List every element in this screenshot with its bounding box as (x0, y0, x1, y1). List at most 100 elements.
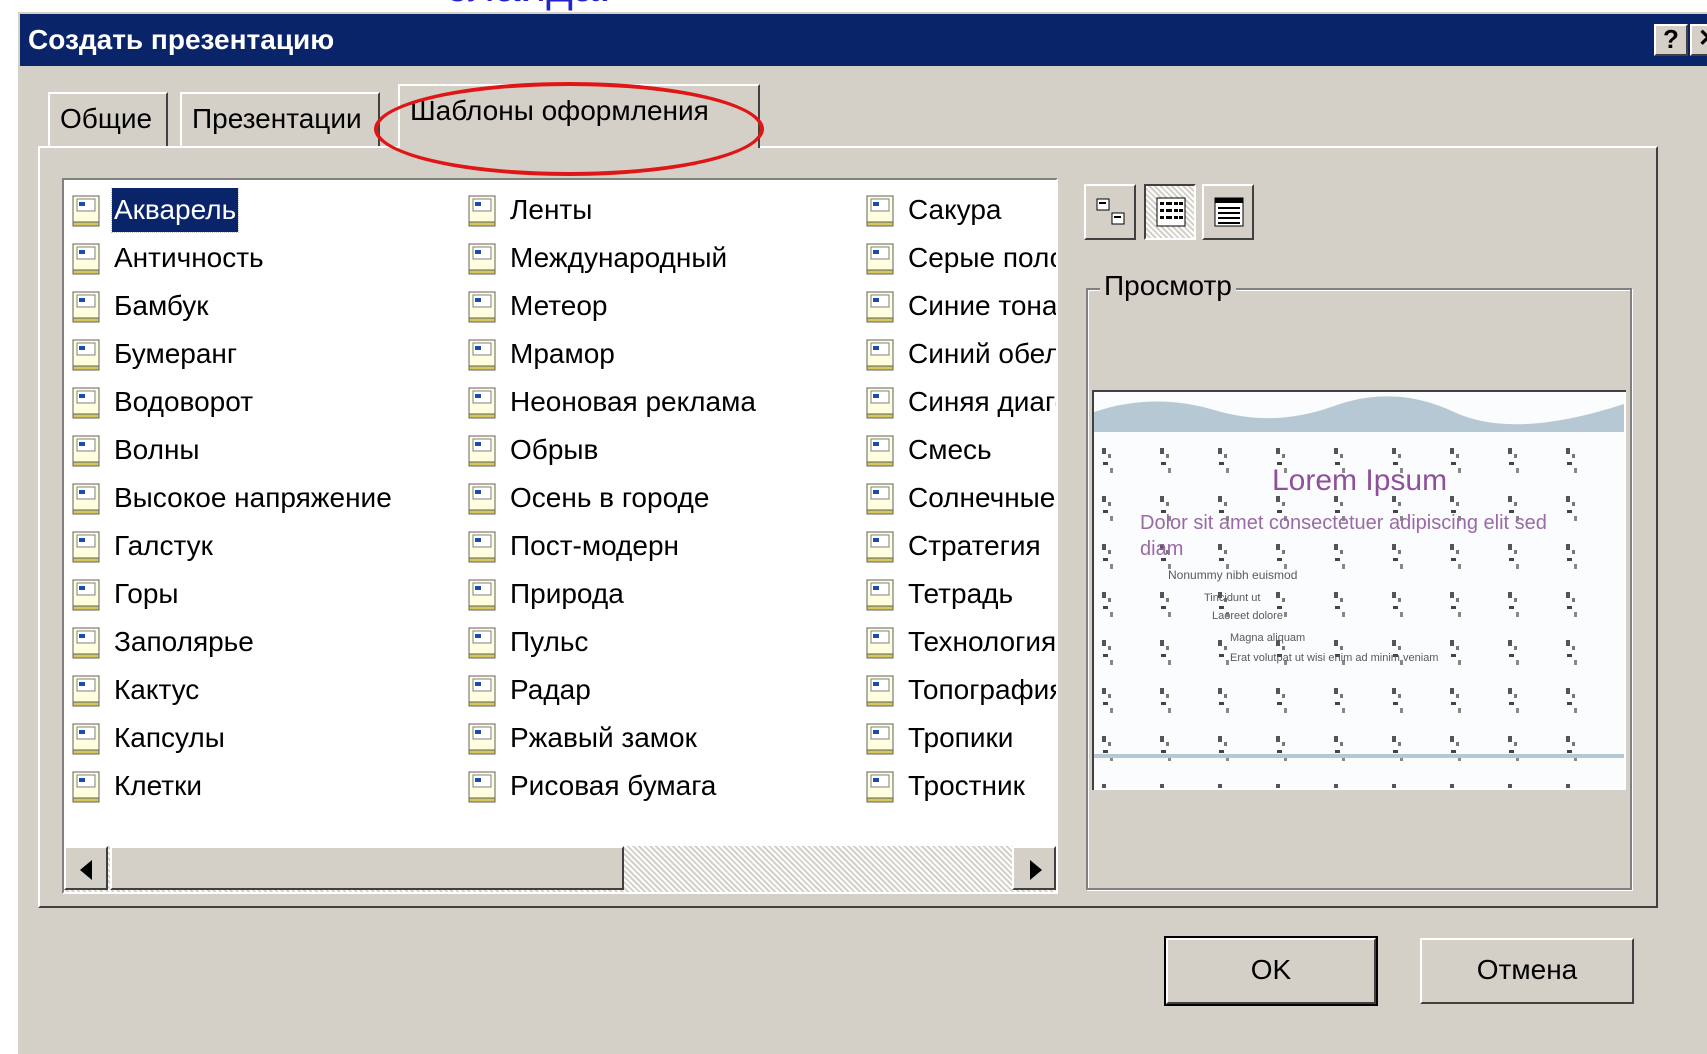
template-item-label: Синяя диагональ (908, 386, 1056, 417)
template-item-label: Топография (908, 674, 1056, 705)
slide-preview-graphic (1094, 392, 1624, 788)
template-file-icon (468, 675, 496, 707)
template-item-label: Тростник (908, 770, 1025, 801)
template-item-label: Сакура (908, 194, 1002, 225)
template-item-label: Неоновая реклама (510, 386, 756, 417)
template-file-icon (72, 771, 100, 803)
preview-label: Просмотр (1100, 270, 1236, 302)
template-item-label: Серые полосы (908, 242, 1056, 273)
templates-list[interactable]: Акварель Античность Бамбук Бумеранг Водоворо… (62, 178, 1058, 894)
template-file-icon (866, 339, 894, 371)
title-bar[interactable]: Создать презентацию ? ✕ (20, 14, 1707, 66)
template-file-icon (866, 723, 894, 755)
template-file-icon (468, 387, 496, 419)
template-item-label: Клетки (114, 770, 203, 801)
template-file-icon (72, 723, 100, 755)
preview-bullet-4: Laoreet dolore (1212, 610, 1283, 622)
template-item-label: Ленты (510, 194, 593, 225)
scroll-thumb[interactable] (110, 846, 624, 890)
tab-general[interactable]: Общие (48, 92, 168, 146)
preview-bullet-6: Erat volutpat ut wisi enim ad minim veni… (1230, 652, 1439, 664)
arrow-right-icon (1030, 860, 1042, 880)
template-file-icon (72, 195, 100, 227)
template-item-label: Природа (510, 578, 624, 609)
template-file-icon (866, 243, 894, 275)
scroll-right-button[interactable] (1012, 846, 1056, 890)
template-file-icon (72, 579, 100, 611)
cancel-button[interactable]: Отмена (1420, 938, 1634, 1004)
template-item-label: Метеор (510, 290, 608, 321)
template-file-icon (468, 291, 496, 323)
template-item-label: Смесь (908, 434, 992, 465)
preview-image: Lorem Ipsum Dolor sit amet consectetuer … (1092, 390, 1626, 790)
tab-presentations[interactable]: Презентации (180, 92, 380, 146)
template-item-label: Синий обелиск (908, 338, 1056, 369)
template-file-icon (72, 435, 100, 467)
template-file-icon (866, 579, 894, 611)
template-file-icon (468, 579, 496, 611)
template-item-label: Горы (114, 578, 179, 609)
templates-column-3: Сакура Серые полосы Синие тона Синий обелис… (860, 188, 1056, 846)
template-file-icon (468, 531, 496, 563)
template-item-label: Высокое напряжение (114, 482, 392, 513)
preview-group: Просмотр Lorem Ipsum Dolor sit amet cons… (1086, 270, 1632, 890)
template-item-label: Капсулы (114, 722, 225, 753)
template-file-icon (866, 195, 894, 227)
template-file-icon (72, 675, 100, 707)
template-item-label: Водоворот (114, 386, 254, 417)
tab-design-templates-label: Шаблоны оформления (410, 95, 709, 126)
tab-general-label: Общие (60, 103, 153, 134)
template-item-label: Осень в городе (510, 482, 710, 513)
template-item-label: Пульс (510, 626, 589, 657)
template-file-icon (72, 243, 100, 275)
list-view-icon (1156, 197, 1186, 227)
template-file-icon (72, 387, 100, 419)
template-file-icon (468, 627, 496, 659)
template-file-icon (468, 195, 496, 227)
template-item-label: Тропики (908, 722, 1014, 753)
template-file-icon (72, 339, 100, 371)
preview-slide-title: Lorem Ipsum (1272, 464, 1448, 497)
template-file-icon (468, 339, 496, 371)
template-file-icon (866, 387, 894, 419)
template-file-icon (866, 531, 894, 563)
close-button[interactable]: ✕ (1690, 24, 1707, 56)
preview-bullet-2: Nonummy nibh euismod (1168, 568, 1298, 582)
help-button[interactable]: ? (1654, 24, 1688, 56)
templates-list-area: Акварель Античность Бамбук Бумеранг Водоворо… (64, 180, 1056, 846)
template-file-icon (866, 771, 894, 803)
scroll-left-button[interactable] (64, 846, 108, 890)
tab-presentations-label: Презентации (192, 103, 362, 134)
slide-caption-text: слайда. (445, 0, 611, 12)
template-item-label: Ржавый замок (510, 722, 697, 753)
template-item-label: Рисовая бумага (510, 770, 717, 801)
large-icons-icon (1096, 198, 1125, 225)
template-file-icon (468, 723, 496, 755)
template-item-label: Тетрадь (908, 578, 1014, 609)
template-item-label: Радар (510, 674, 591, 705)
template-item-label: Волны (114, 434, 200, 465)
ok-button[interactable]: OK (1164, 936, 1378, 1006)
template-item-label: Бумеранг (114, 338, 238, 369)
template-file-icon (468, 483, 496, 515)
template-item-label: Мрамор (510, 338, 615, 369)
template-file-icon (72, 291, 100, 323)
template-file-icon (468, 243, 496, 275)
dialog-title: Создать презентацию (28, 24, 335, 55)
list-view-button[interactable] (1144, 184, 1196, 240)
horizontal-scrollbar[interactable] (64, 846, 1056, 892)
large-icons-view-button[interactable] (1084, 184, 1136, 240)
template-file-icon (468, 435, 496, 467)
template-item-label: Бамбук (114, 290, 209, 321)
preview-bullet-5: Magna aliquam (1230, 632, 1306, 644)
template-file-icon (72, 483, 100, 515)
template-file-icon (72, 627, 100, 659)
template-item-label: Солнечные лучи (908, 482, 1056, 513)
template-file-icon (866, 435, 894, 467)
template-item-label: Технология (908, 626, 1056, 657)
details-view-icon (1214, 197, 1244, 227)
templates-column-2: Ленты Международный Метеор Мрамор Неоновая р… (462, 188, 852, 846)
details-view-button[interactable] (1202, 184, 1254, 240)
tab-design-templates[interactable]: Шаблоны оформления (398, 84, 760, 148)
preview-bullet-3: Tincidunt ut (1204, 592, 1261, 604)
